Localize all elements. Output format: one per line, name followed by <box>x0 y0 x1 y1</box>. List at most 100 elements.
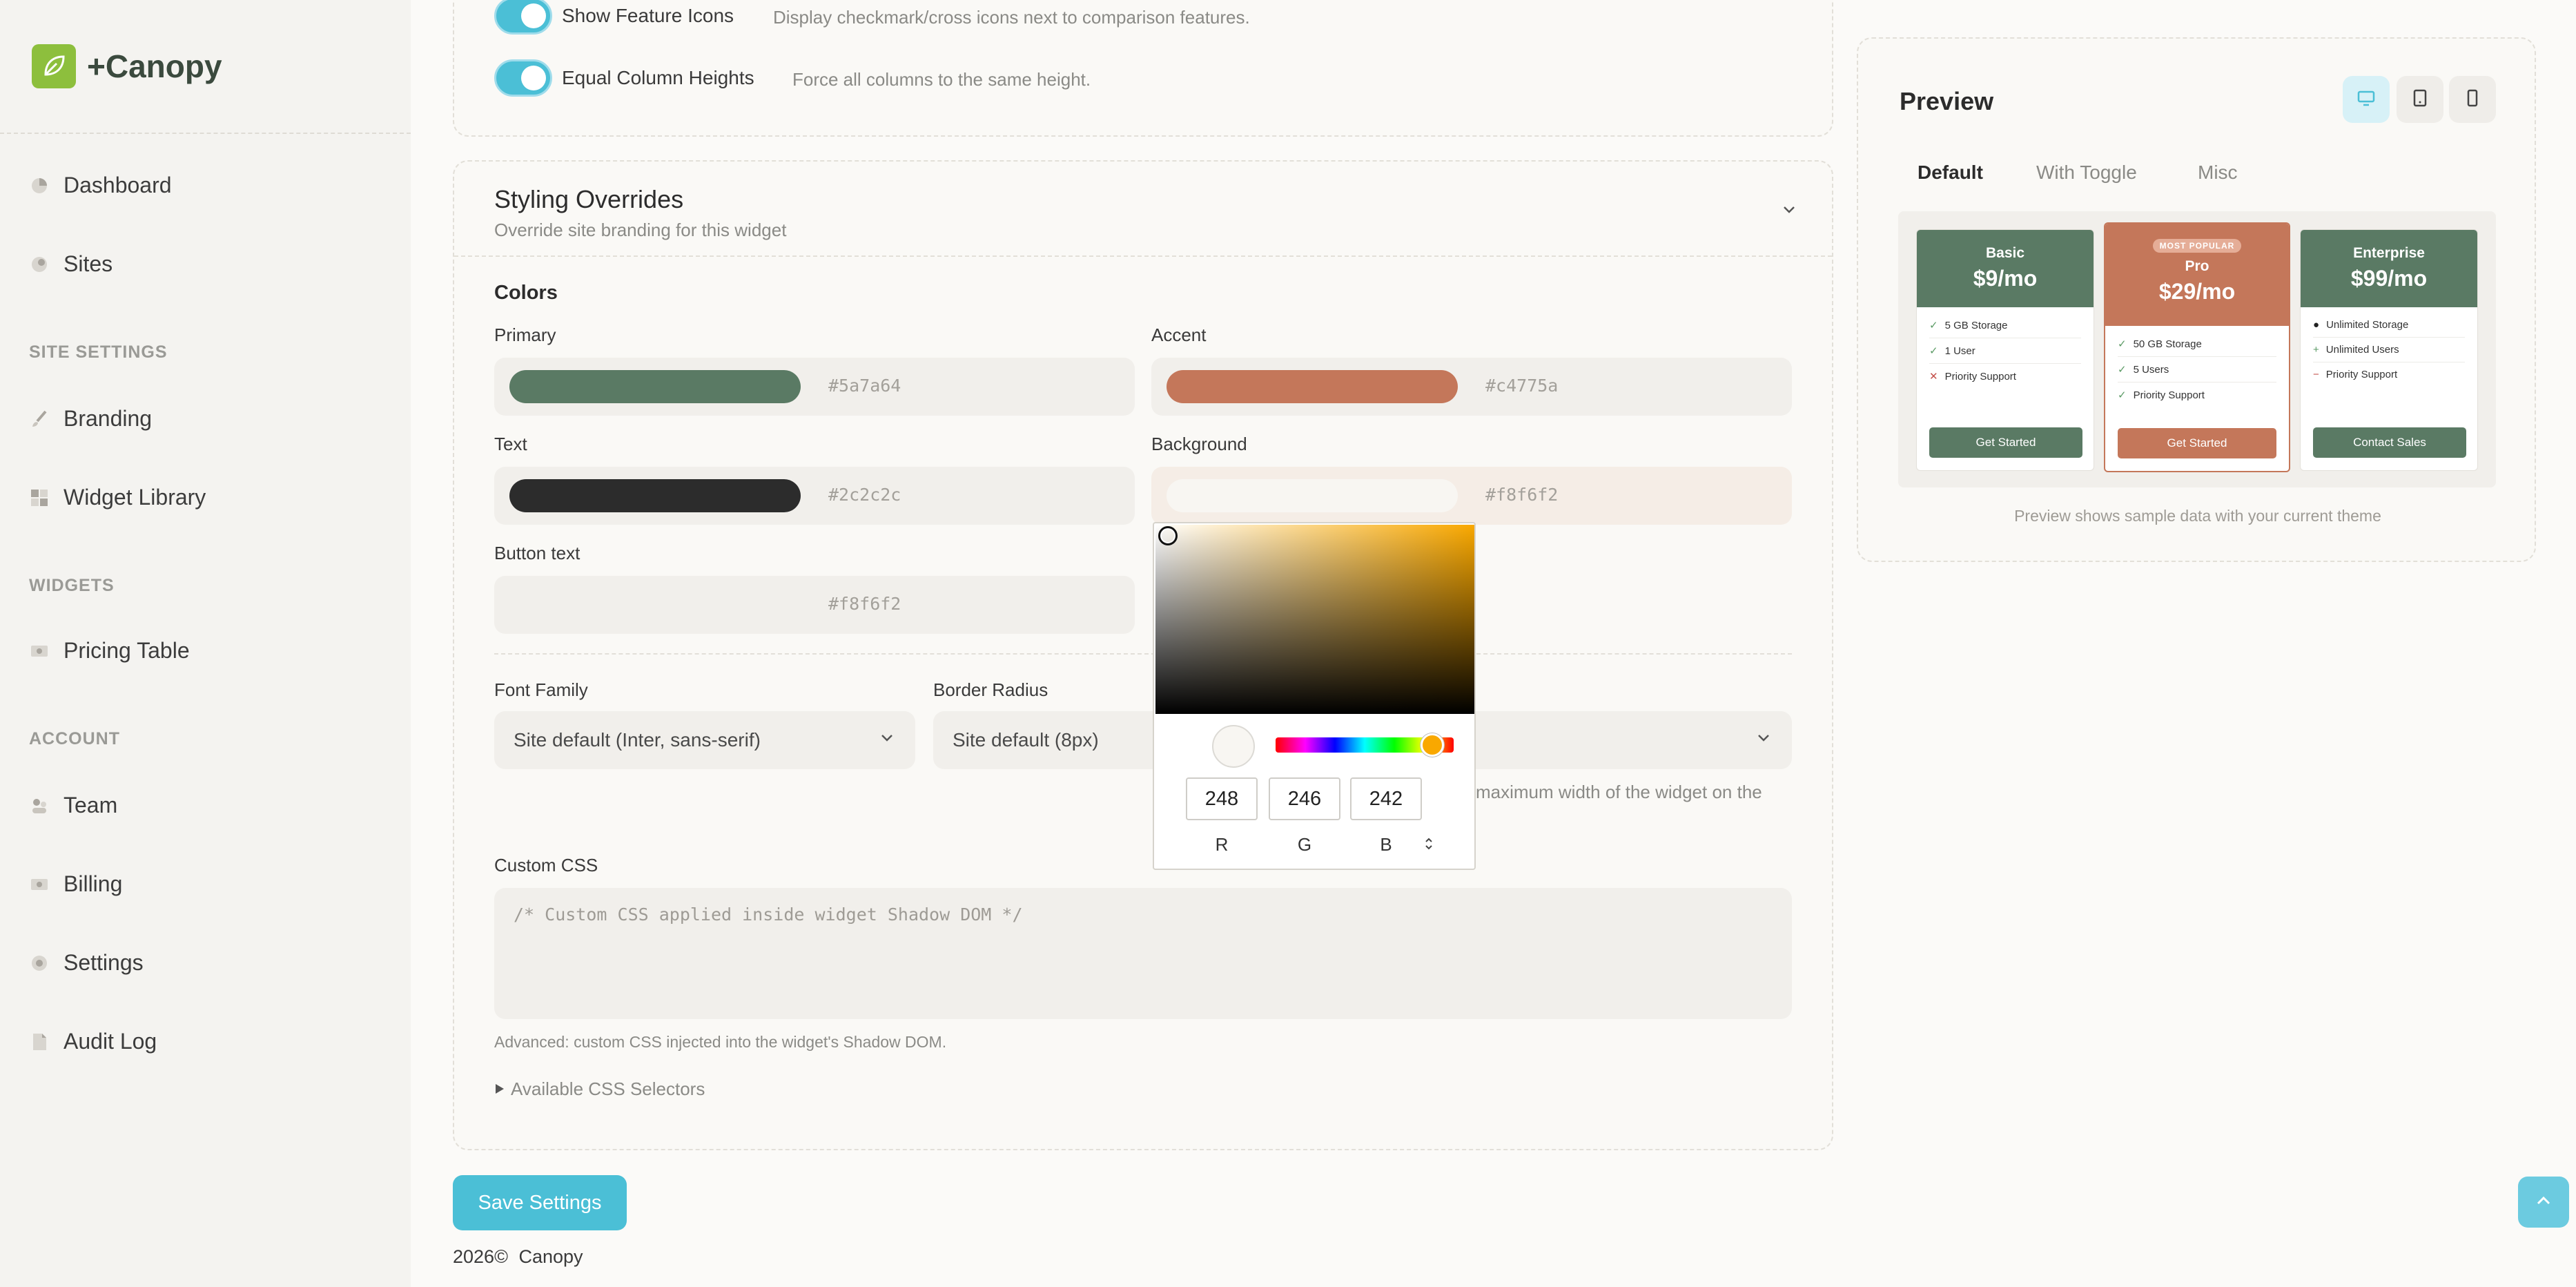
saturation-handle[interactable] <box>1158 526 1178 545</box>
custom-css-help: Advanced: custom CSS injected into the w… <box>494 1033 947 1051</box>
button-text-hex: #f8f6f2 <box>828 594 901 614</box>
textarea-placeholder: /* Custom CSS applied inside widget Shad… <box>514 904 1023 925</box>
preview-title: Preview <box>1900 87 1994 115</box>
css-selectors-disclosure[interactable]: Available CSS Selectors <box>494 1078 705 1100</box>
check-icon: ✓ <box>1929 320 1938 331</box>
document-icon <box>29 1032 50 1052</box>
saturation-area[interactable] <box>1155 525 1474 714</box>
accent-swatch[interactable] <box>1167 370 1458 403</box>
tablet-view-button[interactable] <box>2397 76 2443 123</box>
desktop-icon <box>2356 88 2377 112</box>
brand[interactable]: +Canopy <box>32 44 222 88</box>
show-feature-icons-toggle[interactable] <box>494 0 552 35</box>
plus-icon: + <box>2313 344 2319 356</box>
most-popular-badge: MOST POPULAR <box>2152 239 2242 253</box>
sidebar-item-team[interactable]: Team <box>29 793 117 818</box>
primary-swatch[interactable] <box>509 370 801 403</box>
sidebar-item-label: Audit Log <box>64 1029 157 1054</box>
bullet-icon: ● <box>2313 319 2320 331</box>
footer-link[interactable]: Canopy <box>518 1246 583 1267</box>
feature-label: Unlimited Users <box>2325 344 2399 356</box>
g-label: G <box>1297 834 1312 855</box>
sidebar-item-dashboard[interactable]: Dashboard <box>29 173 172 198</box>
feature-row: + Unlimited Users <box>2313 338 2465 362</box>
text-swatch[interactable] <box>509 479 801 512</box>
feature-label: Priority Support <box>2133 389 2205 401</box>
sidebar-item-label: Pricing Table <box>64 638 190 663</box>
feature-label: 5 Users <box>2133 363 2169 376</box>
preview-caption: Preview shows sample data with your curr… <box>2014 507 2381 525</box>
max-width-help: maximum width of the widget on the <box>1476 782 1762 802</box>
plan-cta-button[interactable]: Contact Sales <box>2313 427 2466 458</box>
scroll-to-top-button[interactable] <box>2518 1177 2569 1228</box>
border-radius-label: Border Radius <box>933 679 1048 700</box>
plan-cta-button[interactable]: Get Started <box>1929 427 2082 458</box>
chevron-up-icon <box>2533 1190 2555 1215</box>
color-preview-dot <box>1212 725 1255 768</box>
g-input[interactable]: 246 <box>1269 777 1340 820</box>
select-value: Site default (Inter, sans-serif) <box>514 729 761 751</box>
footer: 2026© Canopy <box>453 1246 583 1268</box>
button-text-color-field[interactable]: #f8f6f2 <box>494 576 1135 634</box>
plan-features: ✓ 50 GB Storage ✓ 5 Users ✓ Priority Suppor… <box>2105 326 2289 407</box>
feature-label: Priority Support <box>1944 370 2016 383</box>
chevron-down-icon <box>1755 729 1773 752</box>
feature-label: 1 User <box>1944 345 1975 357</box>
sidebar-section-account: ACCOUNT <box>29 729 120 748</box>
plan-card-pro: MOST POPULAR Pro $29/mo ✓ 50 GB Storage ✓… <box>2104 222 2290 472</box>
toggle-label: Show Feature Icons <box>562 5 734 26</box>
primary-color-field[interactable]: #5a7a64 <box>494 358 1135 416</box>
button-text-swatch[interactable] <box>509 588 801 621</box>
sidebar-item-audit-log[interactable]: Audit Log <box>29 1029 157 1054</box>
desktop-view-button[interactable] <box>2343 76 2390 123</box>
sidebar-item-branding[interactable]: Branding <box>29 406 152 432</box>
preview-tab-with-toggle[interactable]: With Toggle <box>2036 162 2137 184</box>
b-label: B <box>1380 834 1392 855</box>
chevron-down-icon[interactable] <box>1779 200 1799 223</box>
feature-label: Unlimited Storage <box>2326 319 2409 331</box>
custom-css-textarea[interactable]: /* Custom CSS applied inside widget Shad… <box>494 888 1792 1019</box>
b-input[interactable]: 242 <box>1350 777 1422 820</box>
plan-cta-button[interactable]: Get Started <box>2118 428 2276 458</box>
text-color-label: Text <box>494 434 527 454</box>
sidebar-item-settings[interactable]: Settings <box>29 950 144 976</box>
accent-color-field[interactable]: #c4775a <box>1151 358 1792 416</box>
triangle-right-icon <box>494 1078 505 1100</box>
brush-icon <box>29 409 50 429</box>
mobile-icon <box>2462 88 2483 112</box>
hue-handle[interactable] <box>1421 733 1444 757</box>
styling-header[interactable]: Styling Overrides Override site branding… <box>494 185 786 241</box>
preview-tab-misc[interactable]: Misc <box>2198 162 2238 184</box>
primary-label: Primary <box>494 325 556 345</box>
save-settings-button[interactable]: Save Settings <box>453 1175 627 1230</box>
r-input[interactable]: 248 <box>1186 777 1258 820</box>
accent-label: Accent <box>1151 325 1207 345</box>
section-subtitle: Override site branding for this widget <box>494 220 787 240</box>
mode-toggle-icon[interactable] <box>1423 835 1434 855</box>
font-family-select[interactable]: Site default (Inter, sans-serif) <box>494 711 915 769</box>
sidebar-section-widgets: WIDGETS <box>29 576 115 595</box>
plan-name: Enterprise <box>2353 245 2425 261</box>
background-hex: #f8f6f2 <box>1485 485 1559 505</box>
sidebar-item-sites[interactable]: Sites <box>29 251 113 277</box>
background-color-field[interactable]: #f8f6f2 <box>1151 467 1792 525</box>
plan-features: ● Unlimited Storage + Unlimited Users − Pri… <box>2301 307 2477 387</box>
toggle-description: Display checkmark/cross icons next to co… <box>773 7 1250 28</box>
cross-icon: ✕ <box>1929 371 1938 383</box>
globe-icon <box>29 254 50 275</box>
grid-icon <box>29 487 50 508</box>
r-label: R <box>1215 834 1229 855</box>
sidebar-item-label: Team <box>64 793 118 817</box>
sidebar-item-widget-library[interactable]: Widget Library <box>29 485 206 510</box>
mobile-view-button[interactable] <box>2449 76 2496 123</box>
divider <box>454 255 1832 257</box>
preview-tab-default[interactable]: Default <box>1918 162 1983 184</box>
sidebar-item-billing[interactable]: Billing <box>29 871 122 897</box>
select-value: Site default (8px) <box>953 729 1099 751</box>
text-color-field[interactable]: #2c2c2c <box>494 467 1135 525</box>
table-icon <box>29 641 50 661</box>
sidebar-item-pricing-table[interactable]: Pricing Table <box>29 638 190 664</box>
background-swatch[interactable] <box>1167 479 1458 512</box>
feature-row: ✓ 50 GB Storage <box>2118 331 2276 357</box>
equal-column-heights-toggle[interactable] <box>494 59 552 97</box>
